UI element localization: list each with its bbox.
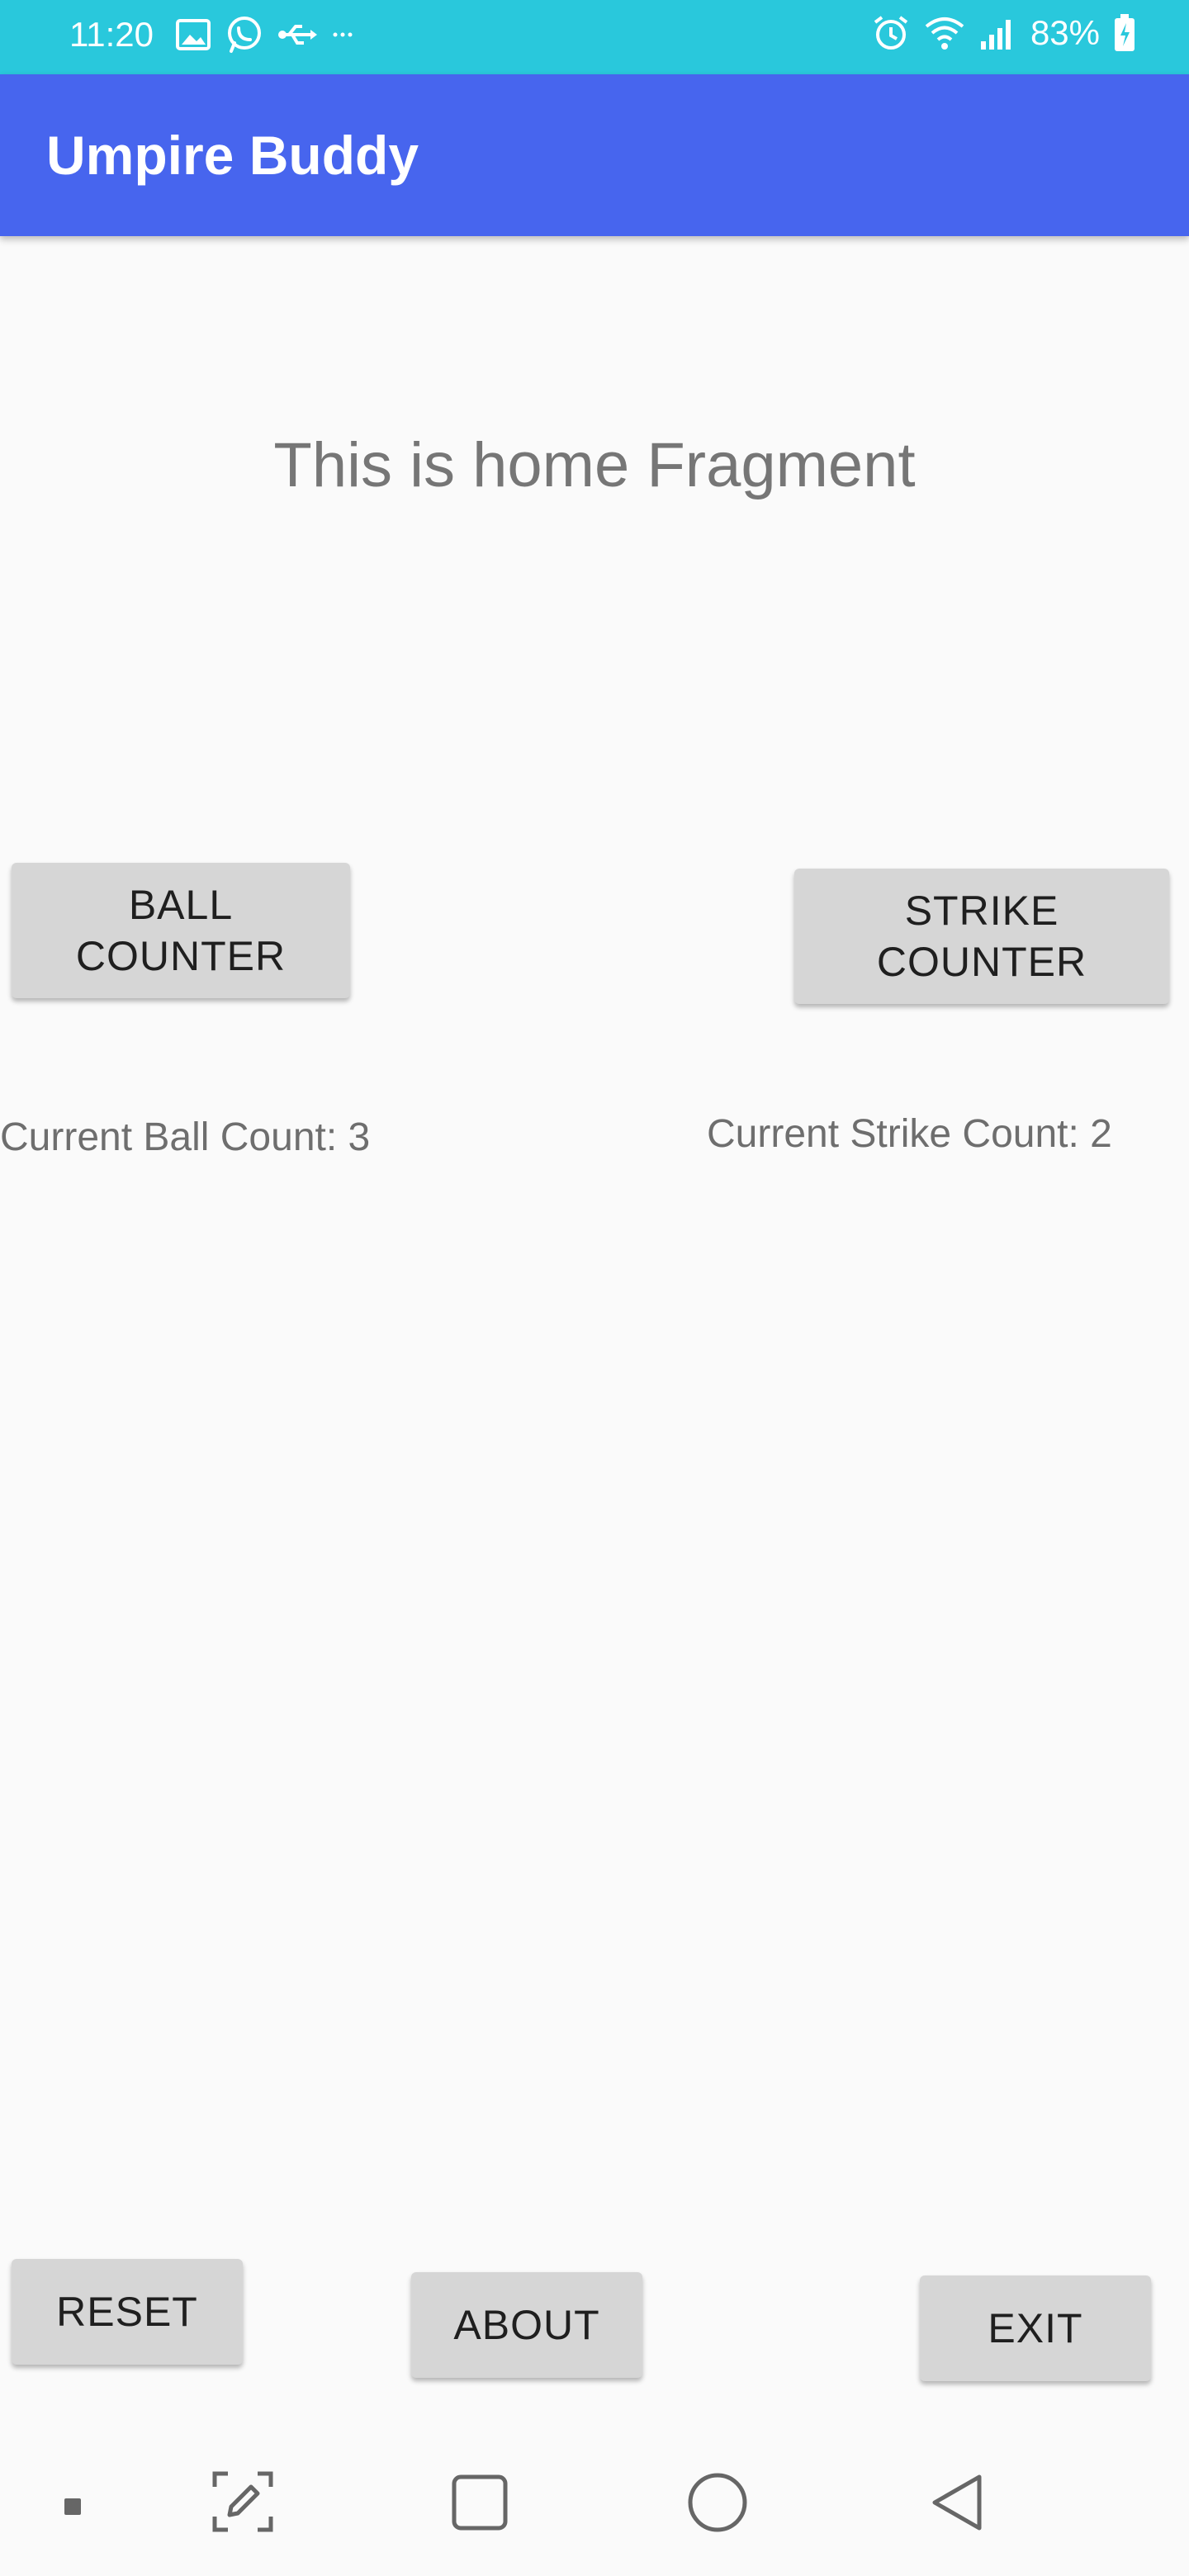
whatsapp-icon [228, 17, 261, 53]
signal-icon [980, 20, 1011, 50]
status-icons-left [175, 15, 355, 54]
reset-button[interactable]: RESET [12, 2259, 243, 2365]
battery-icon [1115, 14, 1135, 51]
screenshot-edit-icon[interactable] [211, 2470, 274, 2533]
strike-counter-button[interactable]: STRIKE COUNTER [794, 869, 1169, 1004]
more-icon [333, 32, 353, 37]
ball-counter-label: BALL COUNTER [75, 882, 287, 979]
app-bar: Umpire Buddy [0, 74, 1189, 236]
status-icons-right: 83% [872, 13, 1136, 53]
reset-label: RESET [56, 2289, 198, 2335]
status-time: 11:20 [69, 15, 154, 54]
battery-percent: 83% [1030, 13, 1100, 52]
wifi-icon [925, 17, 964, 50]
home-fragment-text: This is home Fragment [273, 430, 916, 500]
exit-button[interactable]: EXIT [920, 2275, 1151, 2381]
dot-icon[interactable] [63, 2497, 83, 2517]
exit-label: EXIT [988, 2305, 1083, 2351]
strike-count-text: Current Strike Count: 2 [707, 1112, 1112, 1156]
about-button[interactable]: ABOUT [411, 2272, 642, 2378]
recents-icon[interactable] [451, 2474, 509, 2531]
usb-icon [278, 25, 317, 45]
home-icon[interactable] [687, 2472, 748, 2533]
about-label: ABOUT [453, 2302, 600, 2348]
status-bar: 11:20 83% [0, 0, 1189, 74]
navigation-bar [0, 2436, 1189, 2576]
app-title: Umpire Buddy [46, 125, 419, 186]
ball-counter-button[interactable]: BALL COUNTER [12, 863, 350, 998]
alarm-icon [874, 16, 908, 50]
back-icon[interactable] [928, 2472, 984, 2533]
ball-count-text: Current Ball Count: 3 [0, 1115, 371, 1159]
image-icon [176, 19, 211, 50]
strike-counter-label: STRIKE COUNTER [876, 888, 1087, 985]
